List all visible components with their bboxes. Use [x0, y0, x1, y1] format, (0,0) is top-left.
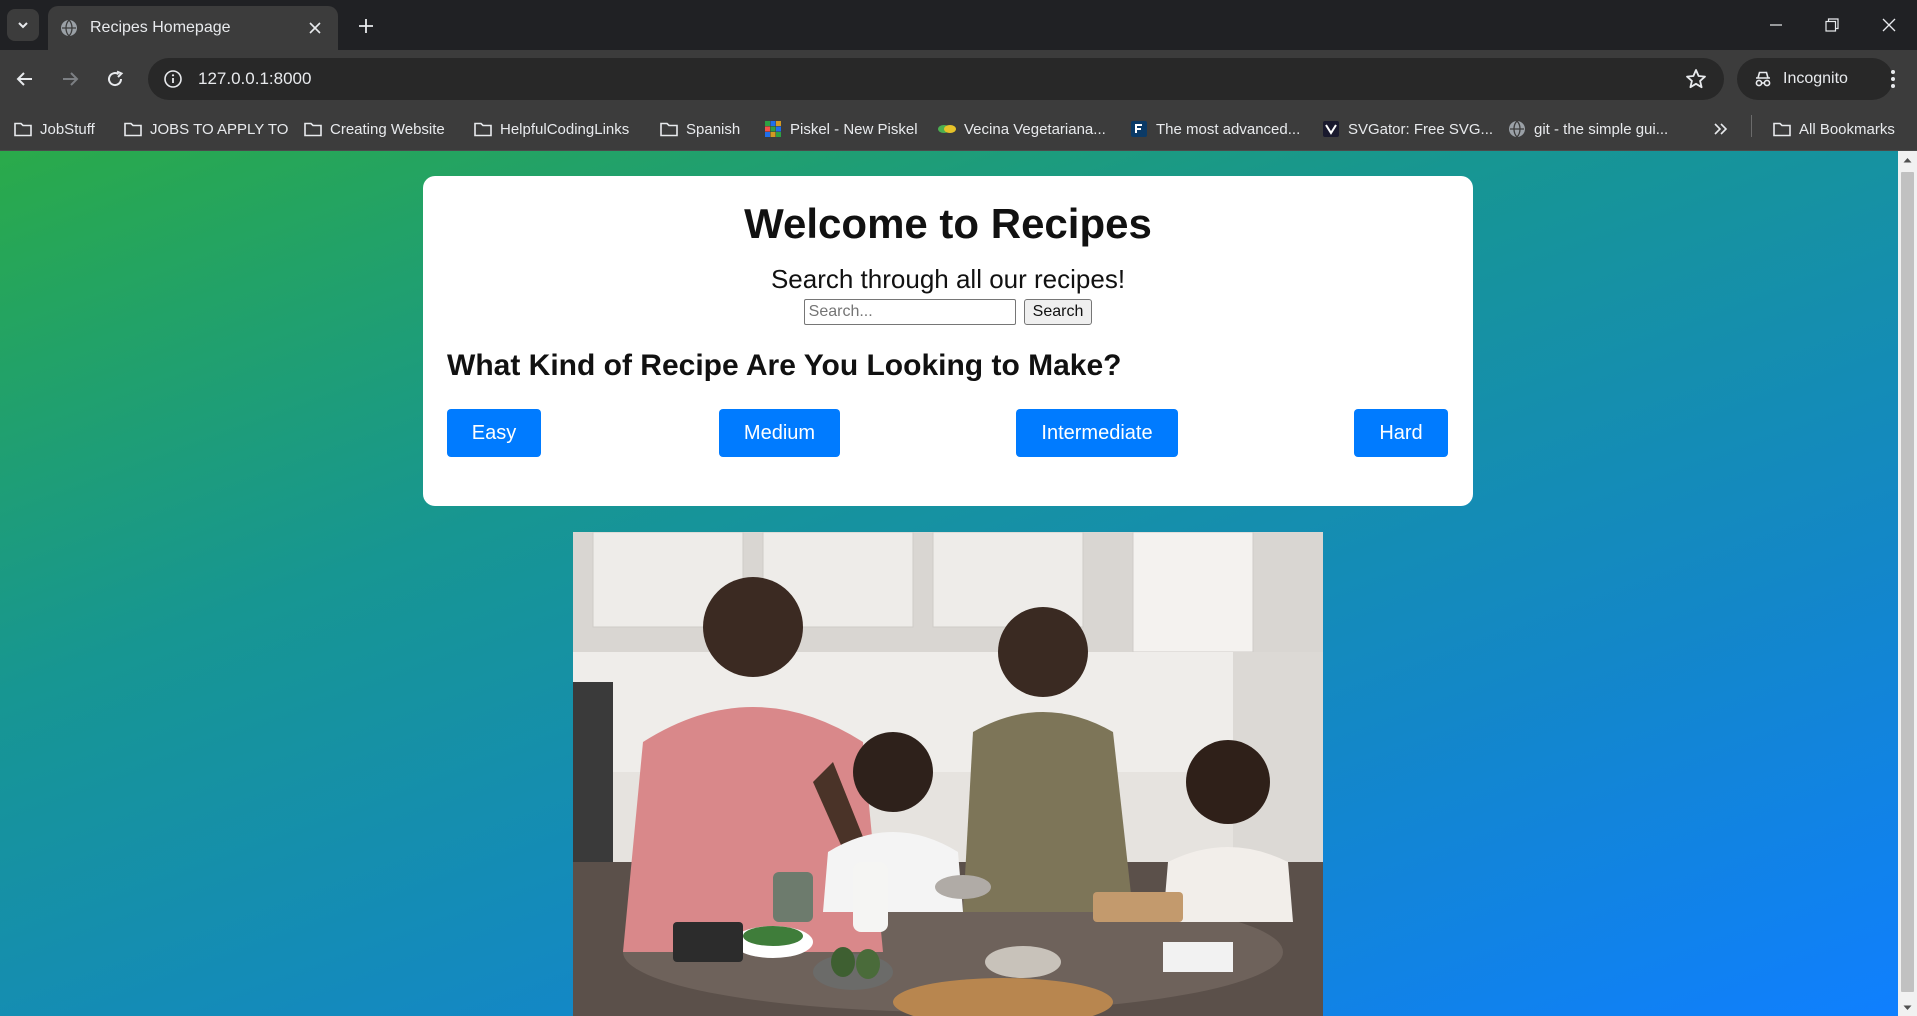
back-button[interactable] — [8, 62, 42, 96]
more-bookmarks-button[interactable] — [1712, 116, 1730, 142]
bookmark-label: SVGator: Free SVG... — [1348, 120, 1494, 138]
search-form: Search — [423, 299, 1473, 325]
folder-icon — [124, 120, 142, 138]
scrollbar-thumb[interactable] — [1901, 172, 1914, 992]
close-icon — [1882, 18, 1896, 32]
page-scrollbar[interactable] — [1898, 151, 1917, 1016]
recipe-question-heading: What Kind of Recipe Are You Looking to M… — [447, 349, 1122, 382]
bookmark-label: JobStuff — [40, 120, 95, 138]
page-title: Welcome to Recipes — [744, 200, 1152, 247]
bookmark-jobstuff[interactable]: JobStuff — [14, 116, 95, 142]
folder-icon — [660, 120, 678, 138]
bookmark-label: Piskel - New Piskel — [790, 120, 918, 138]
bookmark-label: Creating Website — [330, 120, 445, 138]
all-bookmarks-button[interactable]: All Bookmarks — [1773, 116, 1895, 142]
bookmark-git[interactable]: git - the simple gui... — [1508, 116, 1668, 142]
restore-icon — [1825, 18, 1839, 32]
browser-toolbar: 127.0.0.1:8000 Incognito — [0, 50, 1917, 108]
bookmark-label: JOBS TO APPLY TO — [150, 120, 289, 138]
scroll-down-arrow-icon[interactable] — [1898, 999, 1917, 1016]
forward-button[interactable] — [53, 62, 87, 96]
search-input[interactable] — [803, 299, 1016, 325]
new-tab-button[interactable] — [350, 10, 382, 42]
close-icon — [309, 22, 321, 34]
folder-icon — [474, 120, 492, 138]
difficulty-easy-button[interactable]: Easy — [447, 409, 541, 457]
search-subtitle: Search through all our recipes! — [770, 264, 1126, 294]
f-favicon — [1130, 120, 1148, 138]
reload-icon — [108, 70, 124, 87]
address-bar[interactable]: 127.0.0.1:8000 — [148, 58, 1724, 100]
vecina-favicon — [938, 120, 956, 138]
bookmark-spanish[interactable]: Spanish — [660, 116, 740, 142]
bookmark-vecina-vegetariana[interactable]: Vecina Vegetariana... — [938, 116, 1106, 142]
browser-menu-button[interactable] — [1876, 62, 1910, 96]
double-chevron-right-icon — [1712, 120, 1730, 138]
plus-icon — [359, 19, 373, 33]
tab-title: Recipes Homepage — [90, 19, 231, 36]
bookmark-label: Vecina Vegetariana... — [964, 120, 1106, 138]
page-viewport: Welcome to Recipes Search through all ou… — [0, 151, 1898, 1016]
search-button[interactable]: Search — [1023, 299, 1093, 325]
bookmark-svgator[interactable]: SVGator: Free SVG... — [1322, 116, 1493, 142]
minimize-icon — [1770, 24, 1782, 26]
bookmark-label: The most advanced... — [1156, 120, 1301, 138]
bookmark-star-icon[interactable] — [1676, 59, 1716, 99]
scroll-up-arrow-icon[interactable] — [1898, 151, 1917, 168]
globe-icon — [60, 19, 78, 37]
arrow-left-icon — [16, 72, 32, 86]
kebab-menu-icon — [1891, 70, 1895, 88]
piskel-favicon — [764, 120, 782, 138]
bookmark-most-advanced[interactable]: The most advanced... — [1130, 116, 1300, 142]
bookmark-creating-website[interactable]: Creating Website — [304, 116, 445, 142]
bookmark-helpful-coding-links[interactable]: HelpfulCodingLinks — [474, 116, 629, 142]
reload-button[interactable] — [98, 62, 132, 96]
bookmarks-bar: JobStuff JOBS TO APPLY TO Creating Websi… — [0, 108, 1917, 151]
incognito-badge[interactable]: Incognito — [1737, 58, 1893, 100]
bookmark-label: Spanish — [686, 120, 741, 138]
folder-icon — [1773, 120, 1791, 138]
active-tab[interactable]: Recipes Homepage — [48, 6, 338, 50]
tab-search-button[interactable] — [7, 9, 39, 41]
difficulty-intermediate-button[interactable]: Intermediate — [1016, 409, 1178, 457]
chevron-down-icon — [18, 22, 28, 29]
difficulty-hard-button[interactable]: Hard — [1354, 409, 1448, 457]
welcome-card: Welcome to Recipes Search through all ou… — [423, 176, 1473, 506]
bookmark-piskel[interactable]: Piskel - New Piskel — [764, 116, 918, 142]
close-window-button[interactable] — [1861, 0, 1917, 50]
folder-icon — [14, 120, 32, 138]
arrow-right-icon — [63, 72, 79, 86]
tab-strip: Recipes Homepage — [0, 0, 1917, 50]
bookmark-label: git - the simple gui... — [1534, 120, 1669, 138]
bookmark-label: HelpfulCodingLinks — [500, 120, 630, 138]
restore-button[interactable] — [1804, 0, 1860, 50]
tab-close-button[interactable] — [304, 17, 326, 39]
difficulty-medium-button[interactable]: Medium — [719, 409, 840, 457]
incognito-icon — [1755, 71, 1771, 87]
folder-icon — [304, 120, 322, 138]
family-cooking-photo — [573, 532, 1323, 1016]
site-info-icon[interactable] — [152, 58, 194, 100]
globe-icon — [1508, 120, 1526, 138]
incognito-label: Incognito — [1783, 70, 1848, 87]
all-bookmarks-label: All Bookmarks — [1799, 120, 1895, 138]
svgator-favicon — [1322, 120, 1340, 138]
address-url[interactable]: 127.0.0.1:8000 — [198, 69, 1676, 89]
bookmark-jobs-to-apply-to[interactable]: JOBS TO APPLY TO — [124, 116, 288, 142]
bookmarks-divider — [1751, 115, 1752, 137]
minimize-button[interactable] — [1748, 0, 1804, 50]
